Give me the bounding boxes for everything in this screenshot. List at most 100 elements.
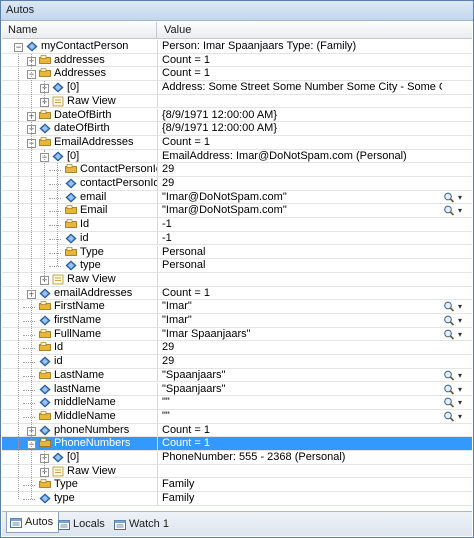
variable-value[interactable] [162, 95, 442, 108]
tree-row[interactable]: LastName "Spaanjaars" ▾ [2, 368, 472, 383]
property-icon [39, 328, 51, 340]
variable-value[interactable]: -1 [162, 218, 442, 231]
variable-value[interactable]: "Spaanjaars" [162, 369, 442, 382]
variable-value[interactable]: Family [162, 478, 442, 491]
visualizer-dropdown-icon[interactable]: ▾ [458, 384, 466, 395]
variable-value[interactable]: {8/9/1971 12:00:00 AM} [162, 122, 442, 135]
variable-value[interactable]: PhoneNumber: 555 - 2368 (Personal) [162, 451, 442, 464]
visualizer-magnifier-icon[interactable] [443, 192, 455, 203]
variable-value[interactable] [162, 273, 442, 286]
tree-row[interactable]: + phoneNumbers Count = 1 [2, 423, 472, 438]
collapse-icon[interactable]: − [14, 43, 23, 52]
tree-row[interactable]: + addresses Count = 1 [2, 53, 472, 68]
variable-value[interactable]: Person: Imar Spaanjaars Type: (Family) [162, 40, 442, 53]
visualizer-magnifier-icon[interactable] [443, 315, 455, 326]
tab-autos[interactable]: Autos [6, 512, 60, 533]
variable-value[interactable]: Personal [162, 246, 442, 259]
variable-name: Addresses [54, 67, 106, 80]
variable-value[interactable]: Count = 1 [162, 287, 442, 300]
tree-row[interactable]: − PhoneNumbers Count = 1 [2, 437, 472, 451]
variable-value[interactable]: 29 [162, 341, 442, 354]
visualizer-magnifier-icon[interactable] [443, 205, 455, 216]
variable-value[interactable]: "Imar" [162, 314, 442, 327]
tree-row[interactable]: + [0] PhoneNumber: 555 - 2368 (Personal) [2, 451, 472, 465]
variable-value[interactable]: 29 [162, 355, 442, 368]
variable-value[interactable]: "" [162, 410, 442, 423]
variable-value[interactable]: "Spaanjaars" [162, 383, 442, 396]
tab-locals[interactable]: Locals [54, 515, 111, 533]
tree-row[interactable]: − Addresses Count = 1 [2, 67, 472, 82]
tree-row[interactable]: contactPersonId 29 [2, 177, 472, 191]
variable-name: middleName [54, 396, 116, 409]
visualizer-dropdown-icon[interactable]: ▾ [458, 411, 466, 422]
column-header-name[interactable]: Name [2, 22, 157, 39]
tree-row[interactable]: type Personal [2, 259, 472, 273]
variable-value[interactable]: Address: Some Street Some Number Some Ci… [162, 81, 442, 94]
variable-value[interactable] [162, 465, 442, 478]
tree-row[interactable]: Id -1 [2, 218, 472, 232]
tree-row[interactable]: Type Family [2, 478, 472, 493]
tree-row[interactable]: ContactPersonId 29 [2, 163, 472, 177]
variable-value[interactable]: Count = 1 [162, 437, 442, 450]
tree-row[interactable]: lastName "Spaanjaars" ▾ [2, 382, 472, 397]
variable-value[interactable]: EmailAddress: Imar@DoNotSpam.com (Person… [162, 150, 442, 163]
tree-row[interactable]: − EmailAddresses Count = 1 [2, 135, 472, 150]
variable-name: MiddleName [54, 409, 116, 422]
visualizer-dropdown-icon[interactable]: ▾ [458, 205, 466, 216]
visualizer-dropdown-icon[interactable]: ▾ [458, 192, 466, 203]
raw-view-icon [52, 466, 64, 477]
variable-value[interactable]: Personal [162, 259, 442, 272]
tree-row[interactable]: + [0] Address: Some Street Some Number Som… [2, 81, 472, 95]
tree-row[interactable]: FullName "Imar Spaanjaars" ▾ [2, 327, 472, 342]
visualizer-dropdown-icon[interactable]: ▾ [458, 397, 466, 408]
tree-row[interactable]: FirstName "Imar" ▾ [2, 300, 472, 314]
visualizer-magnifier-icon[interactable] [443, 370, 455, 381]
tree-row[interactable]: + DateOfBirth {8/9/1971 12:00:00 AM} [2, 108, 472, 123]
variable-value[interactable]: -1 [162, 232, 442, 245]
tree-row[interactable]: Type Personal [2, 245, 472, 260]
visualizer-magnifier-icon[interactable] [443, 301, 455, 312]
visualizer-dropdown-icon[interactable]: ▾ [458, 329, 466, 340]
column-header-value[interactable]: Value [158, 22, 472, 39]
variable-value[interactable]: 29 [162, 163, 442, 176]
tab-watch-1[interactable]: Watch 1 [110, 515, 175, 533]
tree-row[interactable]: − [0] EmailAddress: Imar@DoNotSpam.com (Pe… [2, 149, 472, 164]
tree-row[interactable]: id -1 [2, 231, 472, 246]
tree-row[interactable]: + Raw View [2, 464, 472, 479]
visualizer-magnifier-icon[interactable] [443, 411, 455, 422]
tree-row[interactable]: type Family [2, 492, 472, 506]
tree-row[interactable]: Email "Imar@DoNotSpam.com" ▾ [2, 204, 472, 219]
tree-row[interactable]: MiddleName "" ▾ [2, 409, 472, 424]
visualizer-magnifier-icon[interactable] [443, 384, 455, 395]
visualizer-magnifier-icon[interactable] [443, 397, 455, 408]
tree-row[interactable]: + emailAddresses Count = 1 [2, 286, 472, 301]
tree-row[interactable]: Id 29 [2, 341, 472, 356]
variable-value[interactable]: 29 [162, 177, 442, 190]
tree-row[interactable]: − myContactPerson Person: Imar Spaanjaars … [2, 40, 472, 54]
variable-value[interactable]: "Imar@DoNotSpam.com" [162, 204, 442, 217]
variable-value[interactable]: Count = 1 [162, 424, 442, 437]
tree-connector [23, 403, 35, 405]
variable-value[interactable]: "Imar Spaanjaars" [162, 328, 442, 341]
tree-row[interactable]: id 29 [2, 355, 472, 369]
visualizer-dropdown-icon[interactable]: ▾ [458, 315, 466, 326]
tree-row[interactable]: middleName "" ▾ [2, 396, 472, 410]
variable-value[interactable]: "" [162, 396, 442, 409]
tree-row[interactable]: + Raw View [2, 272, 472, 287]
variable-value[interactable]: Count = 1 [162, 67, 442, 80]
variable-value[interactable]: Count = 1 [162, 54, 442, 67]
variable-value[interactable]: "Imar" [162, 300, 442, 313]
tree-row[interactable]: email "Imar@DoNotSpam.com" ▾ [2, 190, 472, 205]
tree-row[interactable]: firstName "Imar" ▾ [2, 314, 472, 328]
raw-view-icon [52, 96, 64, 107]
visualizer-magnifier-icon[interactable] [443, 329, 455, 340]
variable-value[interactable]: Family [162, 492, 442, 505]
visualizer-dropdown-icon[interactable]: ▾ [458, 301, 466, 312]
visualizer-dropdown-icon[interactable]: ▾ [458, 370, 466, 381]
property-icon [39, 369, 51, 381]
variable-value[interactable]: {8/9/1971 12:00:00 AM} [162, 109, 442, 122]
variable-value[interactable]: "Imar@DoNotSpam.com" [162, 191, 442, 204]
tree-row[interactable]: + dateOfBirth {8/9/1971 12:00:00 AM} [2, 122, 472, 136]
tree-row[interactable]: + Raw View [2, 94, 472, 109]
variable-value[interactable]: Count = 1 [162, 136, 442, 149]
